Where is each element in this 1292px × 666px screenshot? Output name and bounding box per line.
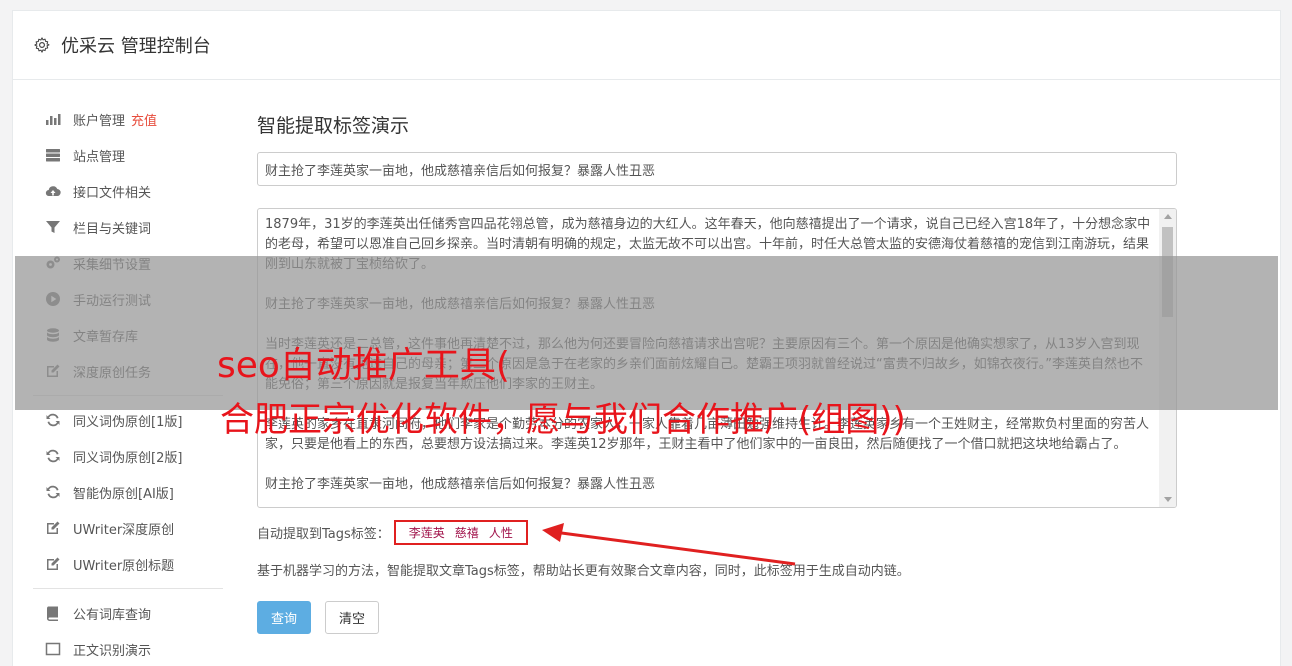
overlay-band bbox=[15, 256, 1278, 410]
arrow-icon bbox=[542, 523, 796, 566]
tags-label: 自动提取到Tags标签： bbox=[257, 526, 390, 542]
bar-chart-icon bbox=[43, 111, 63, 127]
tag: 李莲英 bbox=[408, 525, 445, 540]
square-icon bbox=[43, 641, 63, 657]
recharge-link[interactable]: 充值 bbox=[131, 110, 157, 129]
gear-icon bbox=[34, 37, 50, 53]
page-title: 优采云 管理控制台 bbox=[61, 36, 211, 57]
article-paragraph: 财主抢了李莲英家一亩地，他成慈禧亲信后如何报复？暴露人性丑恶 bbox=[265, 477, 656, 492]
sidebar-item-label: 账户管理 bbox=[73, 113, 126, 129]
sidebar-item[interactable]: UWriter原创标题 bbox=[33, 546, 223, 582]
sidebar-divider bbox=[33, 588, 223, 589]
tags-box: 李莲英 慈禧 人性 bbox=[393, 519, 528, 545]
edit-icon bbox=[43, 556, 63, 572]
sidebar-item-label: 正文识别演示 bbox=[73, 643, 152, 659]
sidebar-item[interactable]: 智能伪原创[AI版] bbox=[33, 474, 223, 510]
refresh-icon bbox=[43, 448, 63, 464]
query-button[interactable]: 查询 bbox=[257, 601, 311, 634]
refresh-icon bbox=[43, 484, 63, 500]
sidebar-item[interactable]: 账户管理 充值 bbox=[33, 101, 223, 137]
button-row: 查询 清空 bbox=[257, 601, 1177, 634]
scroll-up-icon[interactable] bbox=[1164, 214, 1172, 219]
scroll-down-icon[interactable] bbox=[1164, 497, 1172, 502]
sidebar-item-label: UWriter深度原创 bbox=[73, 522, 175, 538]
sidebar-item[interactable]: UWriter深度原创 bbox=[33, 510, 223, 546]
title-input[interactable] bbox=[257, 152, 1177, 186]
overlay-title-line1: seo自动推广工具( bbox=[217, 345, 510, 386]
sidebar-item-label: 同义词伪原创[2版] bbox=[73, 450, 183, 466]
book-icon bbox=[43, 605, 63, 621]
sidebar-item[interactable]: 接口文件相关 bbox=[33, 173, 223, 209]
sidebar-item[interactable]: 站点管理 bbox=[33, 137, 223, 173]
edit-icon bbox=[43, 520, 63, 536]
page-header: 优采云 管理控制台 bbox=[13, 11, 1280, 80]
clear-button[interactable]: 清空 bbox=[325, 601, 379, 634]
sidebar-item-label: 同义词伪原创[1版] bbox=[73, 414, 183, 430]
sidebar-item-label: 公有词库查询 bbox=[73, 607, 152, 623]
sidebar-item-label: 智能伪原创[AI版] bbox=[73, 486, 174, 502]
sidebar-item[interactable]: 栏目与关键词 bbox=[33, 209, 223, 245]
overlay-title-line2: 合肥正宗优化软件，愿与我们合作推广(组图)) bbox=[220, 400, 906, 440]
sidebar-item[interactable]: 同义词伪原创[2版] bbox=[33, 438, 223, 474]
sidebar-item-label: 接口文件相关 bbox=[73, 185, 152, 201]
sidebar-item[interactable]: 正文识别演示 bbox=[33, 631, 223, 666]
tag: 慈禧 bbox=[454, 525, 479, 540]
sidebar-item-label: UWriter原创标题 bbox=[73, 558, 175, 574]
refresh-icon bbox=[43, 412, 63, 428]
sidebar-item-label: 栏目与关键词 bbox=[73, 221, 152, 237]
sidebar-item[interactable]: 公有词库查询 bbox=[33, 595, 223, 631]
sidebar-item-label: 站点管理 bbox=[73, 149, 126, 165]
cloud-upload-icon bbox=[43, 183, 63, 199]
section-heading: 智能提取标签演示 bbox=[257, 115, 410, 137]
tag: 人性 bbox=[488, 525, 513, 540]
filter-icon bbox=[43, 219, 63, 235]
server-icon bbox=[43, 147, 63, 163]
